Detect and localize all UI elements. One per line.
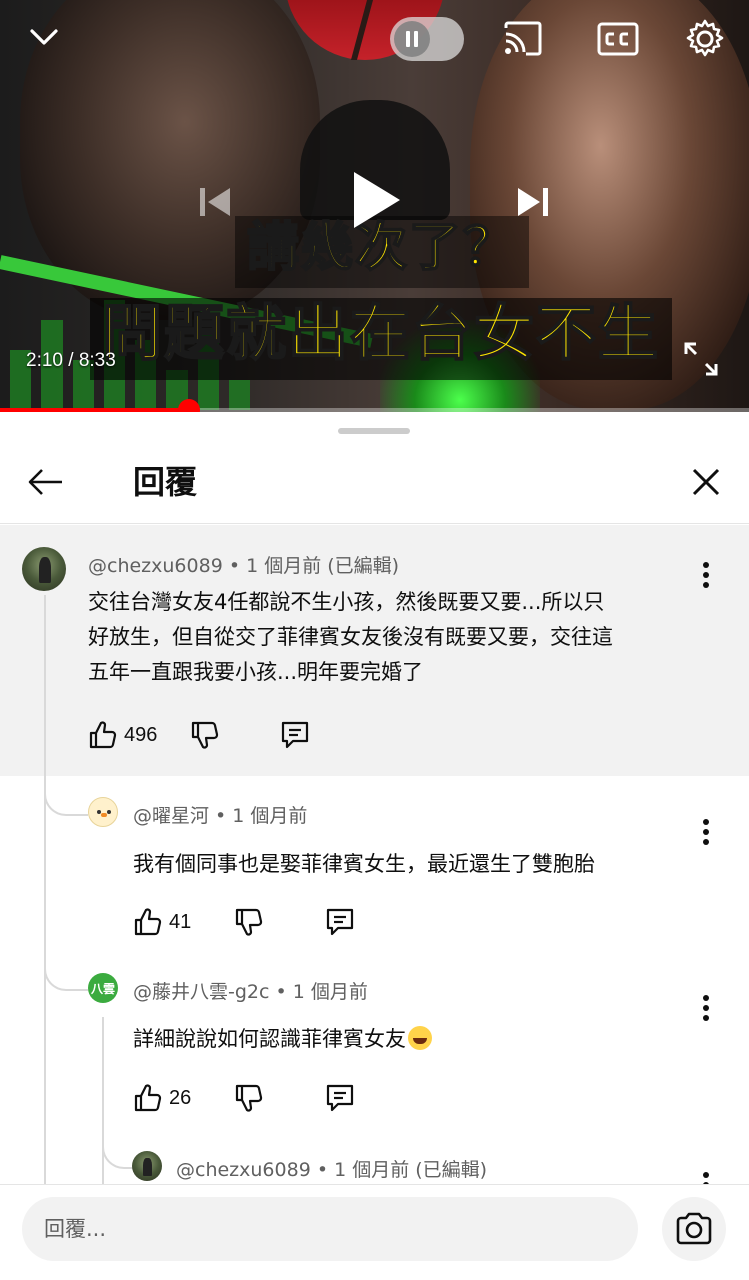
laughing-emoji-icon	[408, 1026, 432, 1050]
comment-text: 詳細說說如何認識菲律賓女友	[133, 1022, 723, 1057]
chevron-down-icon[interactable]	[26, 22, 62, 52]
thread-line	[102, 1017, 104, 1185]
more-vert-icon[interactable]	[690, 1167, 722, 1185]
comment-author[interactable]: @chezxu6089	[88, 555, 223, 577]
thread-branch	[44, 790, 88, 816]
more-vert-icon[interactable]	[690, 814, 722, 850]
comment-text-line: 五年一直跟我要小孩...明年要完婚了	[88, 660, 424, 684]
reply-button[interactable]	[279, 718, 311, 752]
sheet-drag-handle[interactable]	[338, 428, 410, 434]
reply-composer: 回覆...	[0, 1184, 749, 1280]
time-current: 2:10	[26, 350, 63, 371]
thread-line	[44, 776, 46, 1185]
reply-button[interactable]	[324, 1081, 356, 1115]
comment-meta: @藤井八雲-g2c • 1 個月前	[133, 977, 368, 1004]
comment-author[interactable]: @藤井八雲-g2c	[133, 981, 269, 1003]
avatar[interactable]: 八雲	[88, 973, 118, 1003]
comment-icon	[281, 721, 309, 749]
comment-time: • 1 個月前	[209, 805, 308, 827]
dislike-button[interactable]	[234, 1081, 264, 1115]
comment-meta: @chezxu6089 • 1 個月前 (已編輯)	[176, 1155, 487, 1182]
comment-text-content: 詳細說說如何認識菲律賓女友	[133, 1027, 406, 1051]
like-button[interactable]: 41	[133, 905, 191, 939]
avatar[interactable]	[88, 797, 118, 827]
comment-author[interactable]: @曜星河	[133, 805, 209, 827]
comment-icon	[326, 908, 354, 936]
sheet-header: 回覆	[0, 442, 749, 524]
like-button[interactable]: 496	[88, 718, 157, 752]
comment-text: 我有個同事也是娶菲律賓女生，最近還生了雙胞胎	[133, 852, 595, 876]
video-player[interactable]: 講幾次了？ 問題就出在台女不生 2:10 / 8:33	[0, 0, 749, 412]
more-vert-icon[interactable]	[690, 990, 722, 1026]
comment-time: • 1 個月前 (已編輯)	[222, 555, 400, 577]
cast-icon[interactable]	[502, 20, 544, 58]
autoplay-toggle[interactable]	[390, 17, 464, 61]
overlay-title-line-2: 問題就出在台女不生	[90, 298, 672, 380]
play-icon[interactable]	[344, 168, 404, 232]
camera-button[interactable]	[662, 1197, 726, 1261]
next-icon[interactable]	[514, 184, 554, 220]
comment-author[interactable]: @chezxu6089	[176, 1159, 311, 1181]
like-button[interactable]: 26	[133, 1081, 191, 1115]
comment-text: 交往台灣女友4任都說不生小孩，然後既要又要...所以只 好放生，但自從交了菲律賓…	[88, 585, 728, 690]
comment-text-line: 交往台灣女友4任都說不生小孩，然後既要又要...所以只	[88, 590, 605, 614]
close-icon[interactable]	[684, 460, 728, 504]
thumbs-down-icon	[235, 908, 263, 936]
comment-meta: @chezxu6089 • 1 個月前 (已編輯)	[88, 551, 399, 578]
thumbs-up-icon	[89, 721, 117, 749]
reply-button[interactable]	[324, 905, 356, 939]
comment-time: • 1 個月前	[269, 981, 368, 1003]
previous-icon[interactable]	[196, 184, 236, 220]
avatar[interactable]	[132, 1151, 162, 1181]
like-count: 26	[169, 1086, 192, 1109]
like-count: 496	[124, 723, 158, 746]
sheet-title: 回覆	[133, 463, 198, 501]
settings-gear-icon[interactable]	[684, 18, 726, 60]
thread-line	[44, 595, 46, 776]
camera-icon	[676, 1212, 712, 1245]
reply-thread: @chezxu6089 • 1 個月前 (已編輯) 交往台灣女友4任都說不生小孩…	[0, 525, 749, 1185]
thumbs-up-icon	[134, 1084, 162, 1112]
fullscreen-icon[interactable]	[682, 340, 720, 378]
playback-time: 2:10 / 8:33	[26, 350, 116, 372]
dislike-button[interactable]	[190, 718, 220, 752]
time-total: 8:33	[78, 350, 116, 371]
replies-sheet: 回覆 @chezxu6089 • 1 個月前 (已編輯) 交往台灣女友4任都說不…	[0, 412, 749, 1280]
pause-icon	[394, 21, 430, 57]
like-count: 41	[169, 910, 192, 933]
avatar[interactable]	[22, 547, 66, 591]
dislike-button[interactable]	[234, 905, 264, 939]
thumbs-down-icon	[191, 721, 219, 749]
comment-text-line: 好放生，但自從交了菲律賓女友後沒有既要又要，交往這	[88, 625, 613, 649]
time-separator: /	[62, 350, 79, 371]
thumbs-up-icon	[134, 908, 162, 936]
reply-input[interactable]: 回覆...	[22, 1197, 638, 1261]
thumbs-down-icon	[235, 1084, 263, 1112]
comment-icon	[326, 1084, 354, 1112]
back-arrow-icon[interactable]	[24, 460, 68, 504]
captions-icon[interactable]	[597, 20, 639, 58]
comment-time: • 1 個月前 (已編輯)	[310, 1159, 488, 1181]
thread-branch	[44, 965, 88, 991]
comment-meta: @曜星河 • 1 個月前	[133, 801, 307, 828]
parent-comment: @chezxu6089 • 1 個月前 (已編輯) 交往台灣女友4任都說不生小孩…	[0, 525, 749, 776]
